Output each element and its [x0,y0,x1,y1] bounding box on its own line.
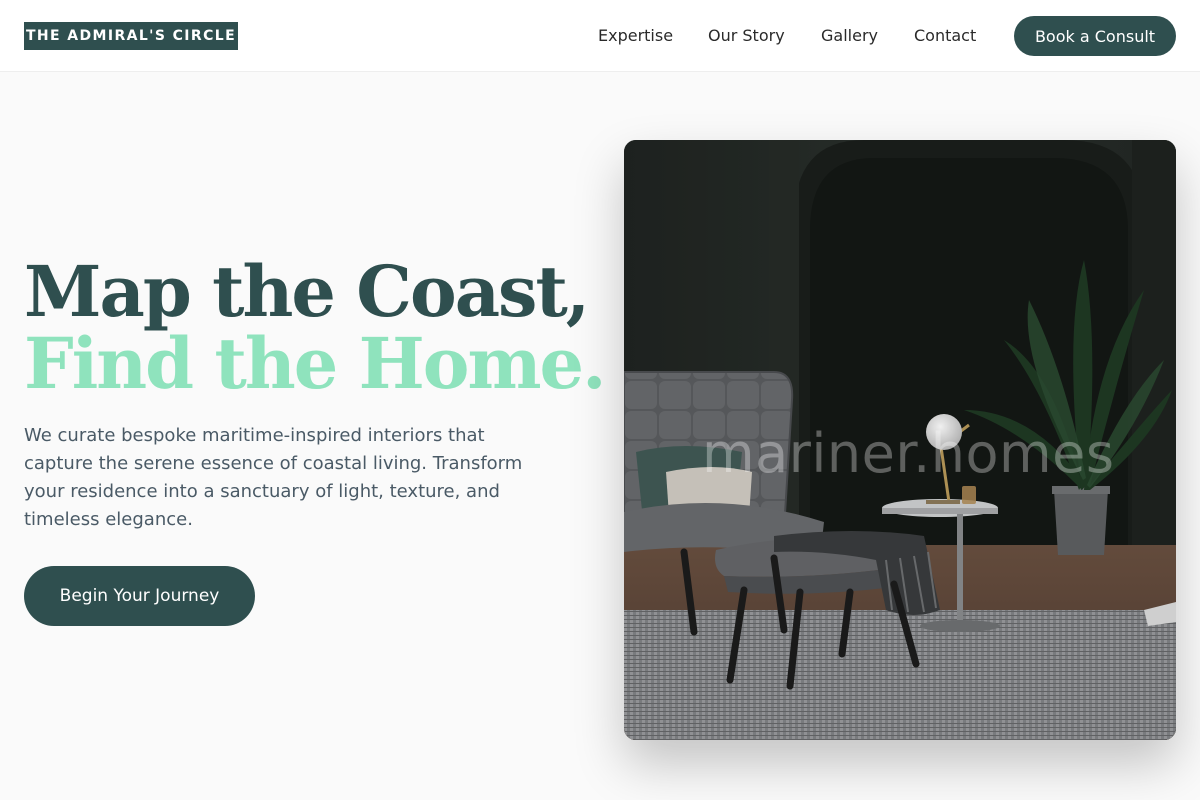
site-logo[interactable]: THE ADMIRAL'S CIRCLE [24,22,238,50]
site-header: THE ADMIRAL'S CIRCLE Expertise Our Story… [0,0,1200,72]
nav-link-expertise[interactable]: Expertise [598,24,673,48]
begin-journey-button[interactable]: Begin Your Journey [24,566,255,626]
hero-image: mariner.homes [624,140,1176,740]
hero-description: We curate bespoke maritime-inspired inte… [24,425,523,530]
nav-link-contact[interactable]: Contact [914,24,976,48]
hero-headline-line-1: Map the Coast, [24,250,590,333]
nav-link-gallery[interactable]: Gallery [821,24,878,48]
image-watermark: mariner.homes [702,422,1115,485]
nav-link-our-story[interactable]: Our Story [708,24,785,48]
hero-headline-line-2: Find the Home. [24,322,606,405]
hero-headline: Map the Coast, Find the Home. [24,250,606,405]
book-consult-button[interactable]: Book a Consult [1014,16,1176,56]
